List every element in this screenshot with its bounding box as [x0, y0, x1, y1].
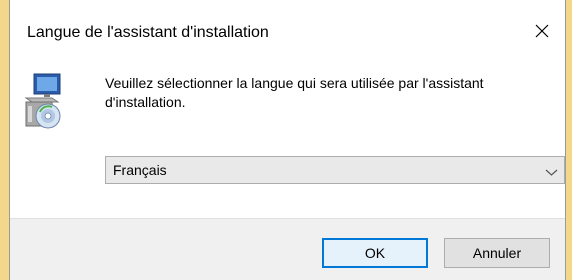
language-select[interactable]: Français — [105, 156, 565, 184]
ok-button[interactable]: OK — [322, 238, 428, 268]
button-bar: OK Annuler — [10, 218, 565, 280]
language-dialog: Langue de l'assistant d'installation Veu… — [9, 0, 566, 280]
dialog-content: Veuillez sélectionner la langue qui sera… — [10, 64, 565, 219]
installer-package-icon — [22, 72, 66, 132]
ok-button-label: OK — [364, 245, 386, 261]
chevron-down-icon — [545, 165, 558, 176]
cancel-button-label: Annuler — [472, 245, 522, 261]
cancel-button[interactable]: Annuler — [444, 238, 550, 268]
selected-language: Français — [113, 162, 167, 178]
close-icon — [535, 24, 549, 38]
close-button[interactable] — [525, 14, 559, 48]
title-bar: Langue de l'assistant d'installation — [10, 0, 565, 64]
dialog-title: Langue de l'assistant d'installation — [27, 24, 269, 41]
instruction-text: Veuillez sélectionner la langue qui sera… — [105, 75, 484, 110]
